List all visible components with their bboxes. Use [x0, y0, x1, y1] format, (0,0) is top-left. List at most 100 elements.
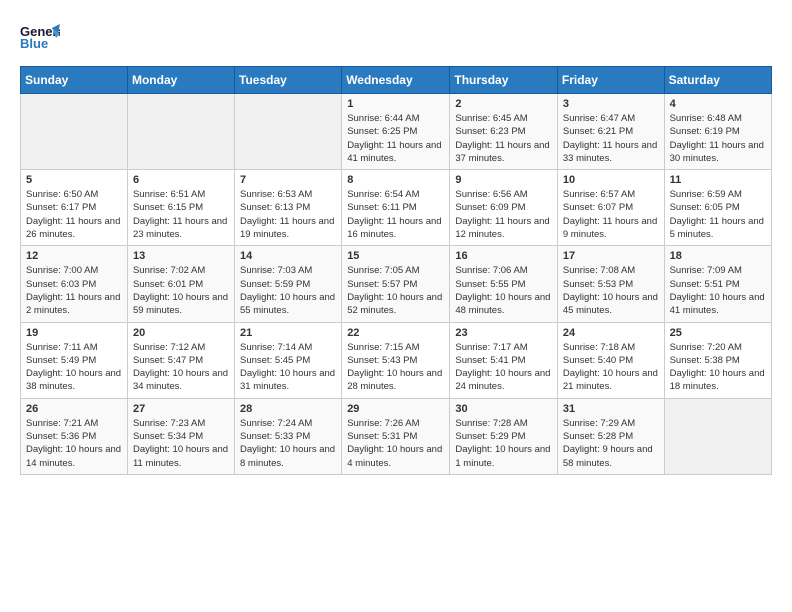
- header-day-wednesday: Wednesday: [342, 67, 450, 94]
- day-number: 6: [133, 174, 229, 186]
- day-number: 29: [347, 403, 444, 415]
- day-number: 27: [133, 403, 229, 415]
- calendar-cell: 23 Sunrise: 7:17 AMSunset: 5:41 PMDaylig…: [450, 322, 558, 398]
- calendar-cell: 11 Sunrise: 6:59 AMSunset: 6:05 PMDaylig…: [664, 170, 771, 246]
- day-number: 10: [563, 174, 659, 186]
- calendar-cell: 10 Sunrise: 6:57 AMSunset: 6:07 PMDaylig…: [557, 170, 664, 246]
- calendar-cell: 12 Sunrise: 7:00 AMSunset: 6:03 PMDaylig…: [21, 246, 128, 322]
- cell-info: Sunrise: 7:20 AMSunset: 5:38 PMDaylight:…: [670, 342, 765, 393]
- calendar-cell: 28 Sunrise: 7:24 AMSunset: 5:33 PMDaylig…: [235, 398, 342, 474]
- calendar-cell: 8 Sunrise: 6:54 AMSunset: 6:11 PMDayligh…: [342, 170, 450, 246]
- header-day-monday: Monday: [127, 67, 234, 94]
- cell-info: Sunrise: 7:26 AMSunset: 5:31 PMDaylight:…: [347, 418, 442, 469]
- day-number: 5: [26, 174, 122, 186]
- cell-info: Sunrise: 7:08 AMSunset: 5:53 PMDaylight:…: [563, 265, 658, 316]
- calendar-cell: [21, 94, 128, 170]
- day-number: 30: [455, 403, 552, 415]
- cell-info: Sunrise: 7:21 AMSunset: 5:36 PMDaylight:…: [26, 418, 121, 469]
- cell-info: Sunrise: 7:24 AMSunset: 5:33 PMDaylight:…: [240, 418, 335, 469]
- cell-info: Sunrise: 7:14 AMSunset: 5:45 PMDaylight:…: [240, 342, 335, 393]
- calendar-cell: 3 Sunrise: 6:47 AMSunset: 6:21 PMDayligh…: [557, 94, 664, 170]
- day-number: 25: [670, 327, 766, 339]
- header-day-saturday: Saturday: [664, 67, 771, 94]
- day-number: 18: [670, 250, 766, 262]
- calendar-cell: 14 Sunrise: 7:03 AMSunset: 5:59 PMDaylig…: [235, 246, 342, 322]
- day-number: 23: [455, 327, 552, 339]
- cell-info: Sunrise: 7:02 AMSunset: 6:01 PMDaylight:…: [133, 265, 228, 316]
- cell-info: Sunrise: 7:23 AMSunset: 5:34 PMDaylight:…: [133, 418, 228, 469]
- header-day-friday: Friday: [557, 67, 664, 94]
- day-number: 31: [563, 403, 659, 415]
- day-number: 19: [26, 327, 122, 339]
- cell-info: Sunrise: 6:48 AMSunset: 6:19 PMDaylight:…: [670, 113, 764, 164]
- cell-info: Sunrise: 7:12 AMSunset: 5:47 PMDaylight:…: [133, 342, 228, 393]
- calendar-week-row: 12 Sunrise: 7:00 AMSunset: 6:03 PMDaylig…: [21, 246, 772, 322]
- day-number: 4: [670, 98, 766, 110]
- day-number: 15: [347, 250, 444, 262]
- calendar-cell: [235, 94, 342, 170]
- cell-info: Sunrise: 6:47 AMSunset: 6:21 PMDaylight:…: [563, 113, 657, 164]
- cell-info: Sunrise: 7:18 AMSunset: 5:40 PMDaylight:…: [563, 342, 658, 393]
- calendar-cell: 30 Sunrise: 7:28 AMSunset: 5:29 PMDaylig…: [450, 398, 558, 474]
- cell-info: Sunrise: 6:44 AMSunset: 6:25 PMDaylight:…: [347, 113, 441, 164]
- cell-info: Sunrise: 7:17 AMSunset: 5:41 PMDaylight:…: [455, 342, 550, 393]
- header-day-sunday: Sunday: [21, 67, 128, 94]
- header-day-tuesday: Tuesday: [235, 67, 342, 94]
- day-number: 3: [563, 98, 659, 110]
- day-number: 14: [240, 250, 336, 262]
- cell-info: Sunrise: 7:28 AMSunset: 5:29 PMDaylight:…: [455, 418, 550, 469]
- calendar-cell: 5 Sunrise: 6:50 AMSunset: 6:17 PMDayligh…: [21, 170, 128, 246]
- calendar-cell: 27 Sunrise: 7:23 AMSunset: 5:34 PMDaylig…: [127, 398, 234, 474]
- day-number: 24: [563, 327, 659, 339]
- calendar-cell: [664, 398, 771, 474]
- calendar-cell: 17 Sunrise: 7:08 AMSunset: 5:53 PMDaylig…: [557, 246, 664, 322]
- calendar-cell: 29 Sunrise: 7:26 AMSunset: 5:31 PMDaylig…: [342, 398, 450, 474]
- cell-info: Sunrise: 7:03 AMSunset: 5:59 PMDaylight:…: [240, 265, 335, 316]
- calendar-cell: 21 Sunrise: 7:14 AMSunset: 5:45 PMDaylig…: [235, 322, 342, 398]
- cell-info: Sunrise: 7:09 AMSunset: 5:51 PMDaylight:…: [670, 265, 765, 316]
- calendar-cell: 24 Sunrise: 7:18 AMSunset: 5:40 PMDaylig…: [557, 322, 664, 398]
- logo-icon: General Blue: [20, 20, 60, 56]
- calendar-cell: 25 Sunrise: 7:20 AMSunset: 5:38 PMDaylig…: [664, 322, 771, 398]
- day-number: 8: [347, 174, 444, 186]
- calendar-cell: [127, 94, 234, 170]
- cell-info: Sunrise: 6:54 AMSunset: 6:11 PMDaylight:…: [347, 189, 441, 240]
- day-number: 21: [240, 327, 336, 339]
- day-number: 12: [26, 250, 122, 262]
- calendar-week-row: 26 Sunrise: 7:21 AMSunset: 5:36 PMDaylig…: [21, 398, 772, 474]
- cell-info: Sunrise: 7:05 AMSunset: 5:57 PMDaylight:…: [347, 265, 442, 316]
- day-number: 13: [133, 250, 229, 262]
- calendar-cell: 7 Sunrise: 6:53 AMSunset: 6:13 PMDayligh…: [235, 170, 342, 246]
- calendar-week-row: 1 Sunrise: 6:44 AMSunset: 6:25 PMDayligh…: [21, 94, 772, 170]
- header-day-thursday: Thursday: [450, 67, 558, 94]
- page-header: General Blue: [20, 20, 772, 56]
- logo: General Blue: [20, 20, 60, 56]
- cell-info: Sunrise: 7:06 AMSunset: 5:55 PMDaylight:…: [455, 265, 550, 316]
- calendar-table: SundayMondayTuesdayWednesdayThursdayFrid…: [20, 66, 772, 475]
- cell-info: Sunrise: 6:51 AMSunset: 6:15 PMDaylight:…: [133, 189, 227, 240]
- calendar-cell: 1 Sunrise: 6:44 AMSunset: 6:25 PMDayligh…: [342, 94, 450, 170]
- calendar-cell: 19 Sunrise: 7:11 AMSunset: 5:49 PMDaylig…: [21, 322, 128, 398]
- day-number: 22: [347, 327, 444, 339]
- cell-info: Sunrise: 7:29 AMSunset: 5:28 PMDaylight:…: [563, 418, 653, 469]
- cell-info: Sunrise: 6:50 AMSunset: 6:17 PMDaylight:…: [26, 189, 120, 240]
- calendar-cell: 31 Sunrise: 7:29 AMSunset: 5:28 PMDaylig…: [557, 398, 664, 474]
- calendar-cell: 18 Sunrise: 7:09 AMSunset: 5:51 PMDaylig…: [664, 246, 771, 322]
- calendar-cell: 6 Sunrise: 6:51 AMSunset: 6:15 PMDayligh…: [127, 170, 234, 246]
- day-number: 7: [240, 174, 336, 186]
- day-number: 28: [240, 403, 336, 415]
- cell-info: Sunrise: 7:11 AMSunset: 5:49 PMDaylight:…: [26, 342, 121, 393]
- calendar-header-row: SundayMondayTuesdayWednesdayThursdayFrid…: [21, 67, 772, 94]
- calendar-cell: 2 Sunrise: 6:45 AMSunset: 6:23 PMDayligh…: [450, 94, 558, 170]
- svg-text:Blue: Blue: [20, 36, 48, 51]
- day-number: 20: [133, 327, 229, 339]
- day-number: 17: [563, 250, 659, 262]
- day-number: 2: [455, 98, 552, 110]
- cell-info: Sunrise: 7:15 AMSunset: 5:43 PMDaylight:…: [347, 342, 442, 393]
- calendar-cell: 4 Sunrise: 6:48 AMSunset: 6:19 PMDayligh…: [664, 94, 771, 170]
- calendar-cell: 16 Sunrise: 7:06 AMSunset: 5:55 PMDaylig…: [450, 246, 558, 322]
- cell-info: Sunrise: 6:53 AMSunset: 6:13 PMDaylight:…: [240, 189, 334, 240]
- calendar-week-row: 5 Sunrise: 6:50 AMSunset: 6:17 PMDayligh…: [21, 170, 772, 246]
- calendar-cell: 13 Sunrise: 7:02 AMSunset: 6:01 PMDaylig…: [127, 246, 234, 322]
- calendar-cell: 9 Sunrise: 6:56 AMSunset: 6:09 PMDayligh…: [450, 170, 558, 246]
